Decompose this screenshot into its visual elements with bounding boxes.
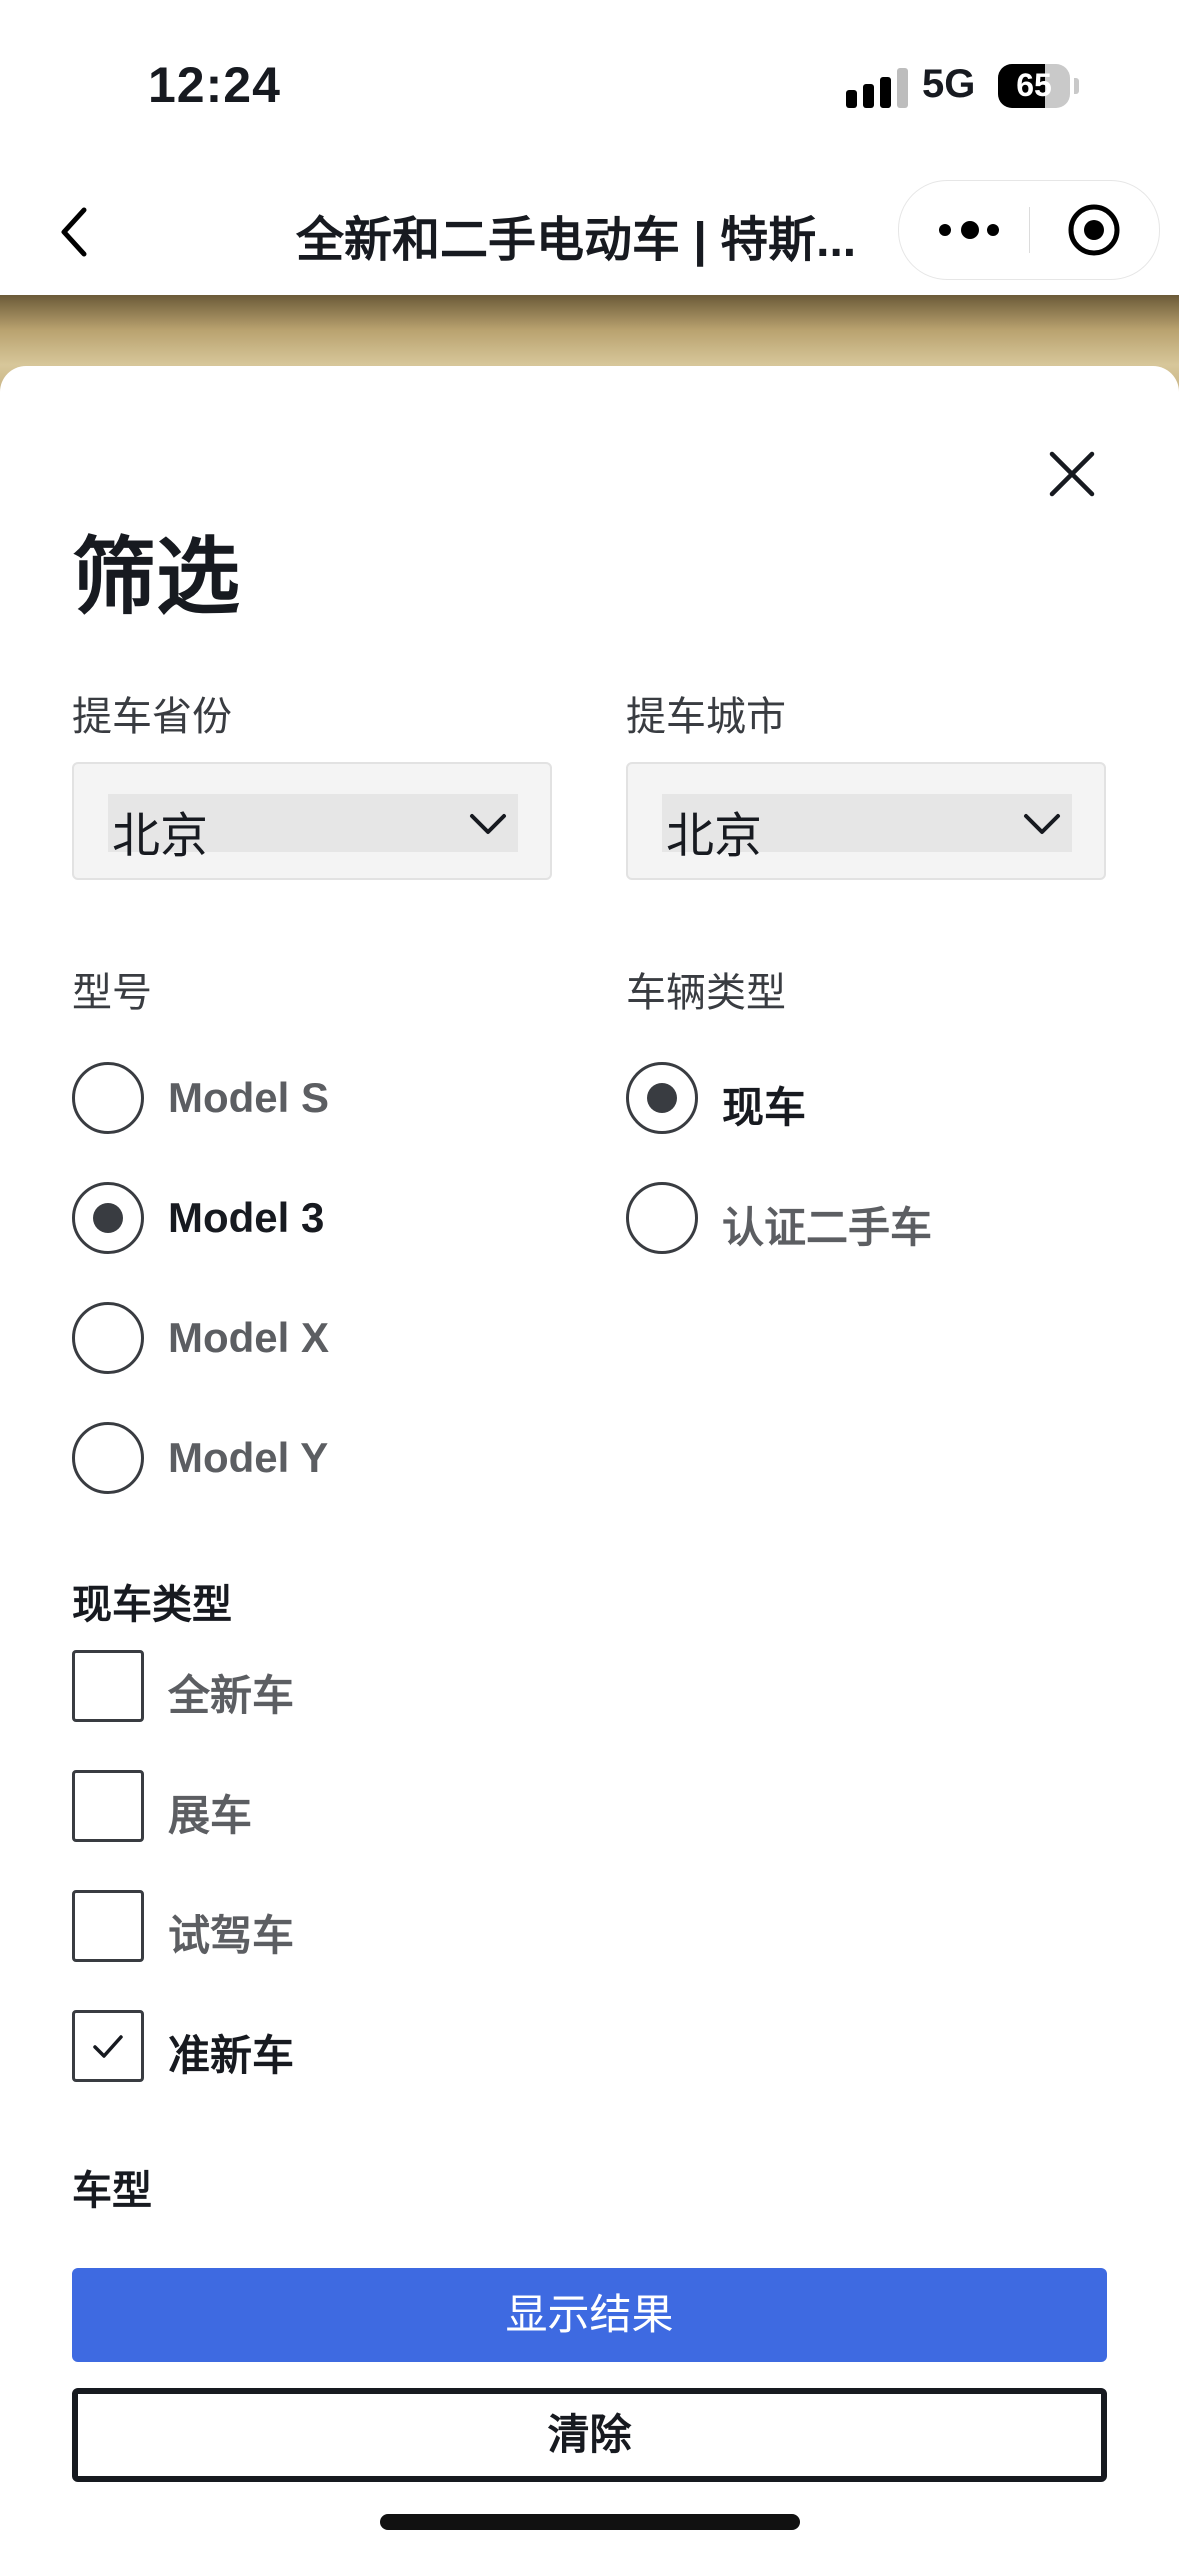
radio-button[interactable] (72, 1302, 144, 1374)
checkbox[interactable] (72, 1890, 144, 1962)
show-results-button[interactable]: 显示结果 (72, 2268, 1107, 2362)
city-label: 提车城市 (626, 695, 786, 739)
status-time: 12:24 (148, 57, 281, 113)
more-dots-icon[interactable] (939, 219, 999, 241)
nav-bar: 全新和二手电动车 | 特斯... (0, 170, 1179, 295)
option-label: Model X (168, 1314, 330, 1361)
option-label: Model S (168, 1074, 330, 1121)
chevron-left-icon[interactable] (40, 192, 120, 272)
radio-dot (647, 1083, 677, 1113)
option-label: 准新车 (168, 2032, 295, 2079)
page-title: 全新和二手电动车 | 特斯... (296, 214, 857, 267)
radio-button[interactable] (72, 1422, 144, 1494)
trim-label: 车型 (72, 2169, 152, 2213)
city-value-box: 北京 (662, 794, 1072, 863)
inventory-type-label: 现车类型 (72, 1583, 232, 1627)
option-label: 展车 (168, 1792, 253, 1839)
province-select[interactable]: 北京 (72, 762, 552, 880)
battery-tip (1074, 78, 1079, 94)
home-indicator (380, 2514, 800, 2530)
province-value-box: 北京 (108, 794, 518, 863)
chevron-down-icon (1022, 806, 1062, 840)
radio-dot (93, 1203, 123, 1233)
radio-button[interactable] (72, 1062, 144, 1134)
option-label: 全新车 (168, 1672, 295, 1719)
checkbox[interactable] (72, 1770, 144, 1842)
option-label: 现车 (722, 1084, 807, 1131)
filter-title: 筛选 (72, 530, 241, 624)
mini-program-capsule (898, 180, 1160, 280)
clear-button[interactable]: 清除 (72, 2388, 1107, 2482)
capsule-divider (1029, 207, 1030, 253)
option-label: Model Y (168, 1434, 329, 1481)
checkbox[interactable] (72, 1650, 144, 1722)
target-icon[interactable] (1067, 203, 1121, 257)
option-label: Model 3 (168, 1194, 325, 1241)
close-icon[interactable] (1036, 438, 1108, 510)
option-label: 试驾车 (168, 1912, 295, 1959)
province-value: 北京 (112, 810, 209, 863)
model-label: 型号 (72, 971, 152, 1015)
city-value: 北京 (666, 810, 763, 863)
radio-button-selected[interactable] (72, 1182, 144, 1254)
status-bar: 12:24 5G 65 (0, 0, 1179, 170)
radio-button[interactable] (626, 1182, 698, 1254)
city-select[interactable]: 北京 (626, 762, 1106, 880)
checkbox-checked[interactable] (72, 2010, 144, 2082)
radio-button-selected[interactable] (626, 1062, 698, 1134)
option-label: 认证二手车 (722, 1204, 933, 1251)
battery-percent: 65 (1016, 67, 1052, 103)
chevron-down-icon (468, 806, 508, 840)
battery-icon: 65 (998, 64, 1070, 108)
province-label: 提车省份 (72, 695, 232, 739)
vehicle-type-label: 车辆类型 (626, 971, 786, 1015)
signal-icon (846, 68, 908, 108)
checkmark-icon (93, 2035, 123, 2058)
network-type: 5G (922, 62, 976, 106)
